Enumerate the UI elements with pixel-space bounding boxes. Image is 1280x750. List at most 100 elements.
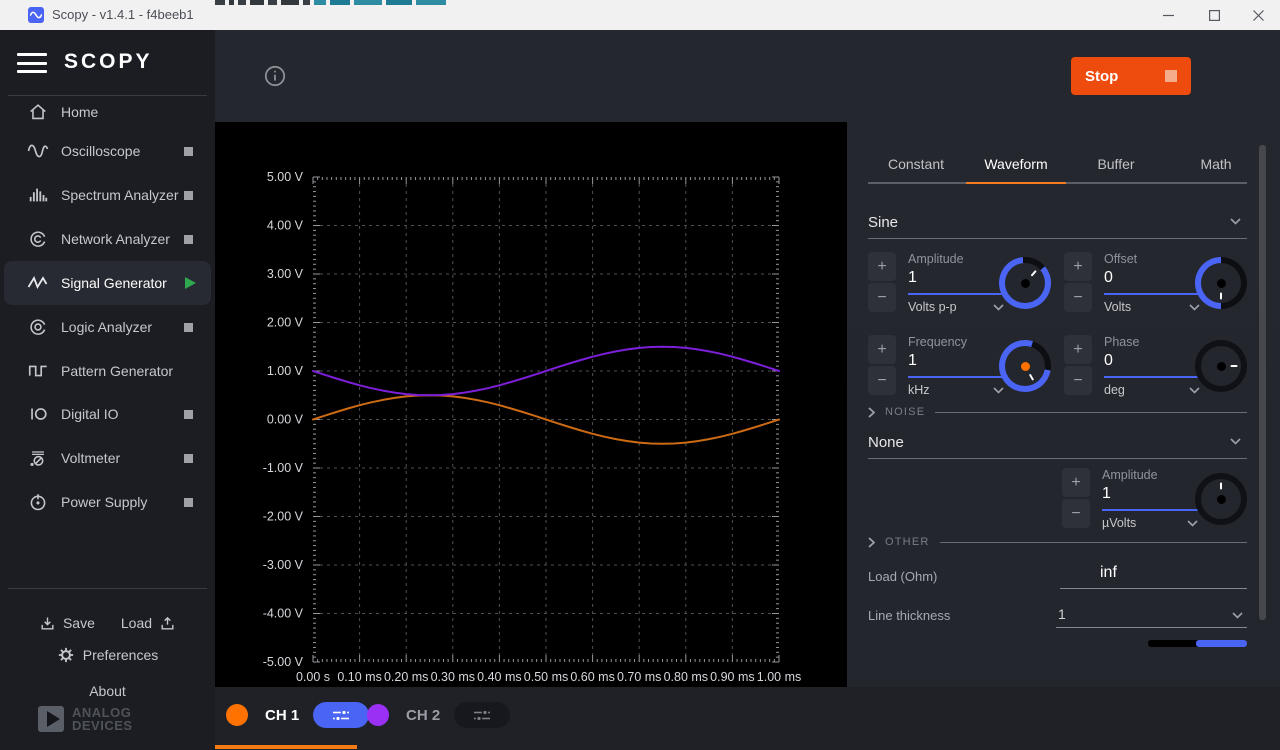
tab-waveform[interactable]: Waveform — [966, 147, 1066, 181]
phase-knob[interactable] — [1195, 340, 1247, 392]
sidebar-item-pattern-generator[interactable]: Pattern Generator — [4, 351, 211, 391]
artifact-fragment — [281, 0, 299, 5]
channel-2-color-dot — [367, 704, 389, 726]
run-stop-button[interactable]: Stop — [1071, 57, 1191, 95]
amplitude-decrement-button[interactable]: − — [868, 283, 896, 312]
artifact-fragment — [229, 0, 234, 5]
amplitude-spinner: + − — [868, 252, 896, 312]
horizontal-scrollbar[interactable] — [1148, 640, 1247, 647]
svg-text:0.30 ms: 0.30 ms — [431, 670, 475, 684]
line-thickness-value[interactable]: 1 — [1058, 606, 1066, 622]
maximize-button[interactable] — [1197, 0, 1231, 30]
frequency-unit-dropdown[interactable]: kHz — [908, 383, 1004, 397]
sidebar-item-network-analyzer[interactable]: Network Analyzer — [4, 219, 211, 259]
tab-constant[interactable]: Constant — [866, 147, 966, 181]
svg-text:0.20 ms: 0.20 ms — [384, 670, 428, 684]
sidebar-item-oscilloscope[interactable]: Oscilloscope — [4, 131, 211, 171]
phase-decrement-button[interactable]: − — [1064, 366, 1092, 395]
waveform-type-dropdown[interactable]: Sine — [868, 214, 1247, 231]
divider — [868, 238, 1247, 239]
home-icon — [26, 100, 50, 124]
close-button[interactable] — [1241, 0, 1275, 30]
svg-text:1.00 ms: 1.00 ms — [757, 670, 801, 684]
preferences-button[interactable]: Preferences — [0, 641, 215, 669]
offset-value[interactable]: 0 — [1104, 269, 1113, 287]
channel-2-toggle[interactable]: CH 2 — [367, 702, 510, 728]
amplitude-knob[interactable] — [999, 257, 1051, 309]
gear-icon — [57, 646, 75, 664]
sidebar-item-voltmeter[interactable]: Voltmeter — [4, 438, 211, 478]
frequency-unit-value: kHz — [908, 383, 930, 397]
channel-1-toggle[interactable]: CH 1 — [226, 702, 369, 728]
phase-increment-button[interactable]: + — [1064, 335, 1092, 364]
instrument-topbar: Stop — [215, 30, 1280, 122]
instrument-stopped-indicator[interactable] — [184, 191, 193, 200]
noise-amplitude-increment-button[interactable]: + — [1062, 468, 1090, 497]
frequency-knob[interactable] — [999, 340, 1051, 392]
offset-unit-dropdown[interactable]: Volts — [1104, 300, 1200, 314]
frequency-value[interactable]: 1 — [908, 352, 917, 370]
offset-knob[interactable] — [1195, 257, 1247, 309]
instrument-stopped-indicator[interactable] — [184, 410, 193, 419]
value-underline — [908, 376, 1004, 378]
channel-1-settings-button[interactable] — [313, 702, 369, 728]
info-icon[interactable] — [263, 64, 287, 88]
artifact-fragment — [386, 0, 412, 5]
tab-math[interactable]: Math — [1166, 147, 1266, 181]
instrument-running-indicator[interactable] — [185, 277, 196, 289]
frequency-label: Frequency — [908, 335, 967, 349]
menu-hamburger-button[interactable] — [17, 53, 47, 73]
about-button[interactable]: About — [0, 677, 215, 705]
phase-value[interactable]: 0 — [1104, 352, 1113, 370]
noise-amplitude-knob[interactable] — [1195, 473, 1247, 525]
amplitude-unit-dropdown[interactable]: Volts p-p — [908, 300, 1004, 314]
amplitude-increment-button[interactable]: + — [868, 252, 896, 281]
artifact-fragment — [303, 0, 310, 5]
noise-section-header[interactable]: NOISE — [868, 404, 1247, 420]
sidebar-item-digital-io[interactable]: Digital IO — [4, 394, 211, 434]
noise-type-dropdown[interactable]: None — [868, 434, 1247, 451]
noise-amplitude-unit-dropdown[interactable]: µVolts — [1102, 516, 1198, 530]
svg-text:0.00 V: 0.00 V — [267, 413, 304, 427]
noise-amplitude-value[interactable]: 1 — [1102, 485, 1111, 503]
svg-text:2.00 V: 2.00 V — [267, 316, 304, 330]
digital-io-icon — [26, 402, 50, 426]
other-section-header[interactable]: OTHER — [868, 534, 1247, 550]
vertical-scrollbar-thumb[interactable] — [1259, 145, 1266, 620]
instrument-stopped-indicator[interactable] — [184, 498, 193, 507]
offset-decrement-button[interactable]: − — [1064, 283, 1092, 312]
window-title: Scopy - v1.4.1 - f4beeb1 — [52, 0, 194, 30]
load-label: Load — [121, 615, 152, 631]
sidebar-item-spectrum-analyzer[interactable]: Spectrum Analyzer — [4, 175, 211, 215]
instrument-stopped-indicator[interactable] — [184, 235, 193, 244]
sidebar-item-logic-analyzer[interactable]: Logic Analyzer — [4, 307, 211, 347]
chevron-down-icon[interactable] — [1232, 612, 1243, 619]
frequency-increment-button[interactable]: + — [868, 335, 896, 364]
instrument-stopped-indicator[interactable] — [184, 323, 193, 332]
sidebar-item-power-supply[interactable]: Power Supply — [4, 482, 211, 522]
load-ohm-value[interactable]: inf — [1100, 564, 1117, 582]
sidebar-item-signal-generator[interactable]: Signal Generator — [4, 261, 211, 305]
tab-buffer[interactable]: Buffer — [1066, 147, 1166, 181]
amplitude-value[interactable]: 1 — [908, 269, 917, 287]
instrument-stopped-indicator[interactable] — [184, 147, 193, 156]
channel-2-settings-button[interactable] — [454, 702, 510, 728]
artifact-fragment — [250, 0, 264, 5]
sidebar-item-label: Pattern Generator — [61, 363, 211, 379]
svg-text:0.70 ms: 0.70 ms — [617, 670, 661, 684]
stop-square-icon — [1165, 70, 1177, 82]
horizontal-scrollbar-thumb[interactable] — [1196, 640, 1247, 647]
offset-increment-button[interactable]: + — [1064, 252, 1092, 281]
load-button[interactable]: Load — [121, 615, 176, 632]
noise-amplitude-decrement-button[interactable]: − — [1062, 499, 1090, 528]
sidebar-item-home[interactable]: Home — [4, 92, 211, 132]
svg-text:0.90 ms: 0.90 ms — [710, 670, 754, 684]
save-button[interactable]: Save — [39, 615, 95, 632]
minimize-button[interactable] — [1151, 0, 1185, 30]
noise-amplitude-control: + − Amplitude 1 µVolts — [1062, 468, 1252, 536]
instrument-stopped-indicator[interactable] — [184, 454, 193, 463]
phase-unit-dropdown[interactable]: deg — [1104, 383, 1200, 397]
offset-unit-value: Volts — [1104, 300, 1131, 314]
frequency-decrement-button[interactable]: − — [868, 366, 896, 395]
signal-plot: 5.00 V4.00 V3.00 V2.00 V1.00 V0.00 V-1.0… — [215, 122, 847, 687]
